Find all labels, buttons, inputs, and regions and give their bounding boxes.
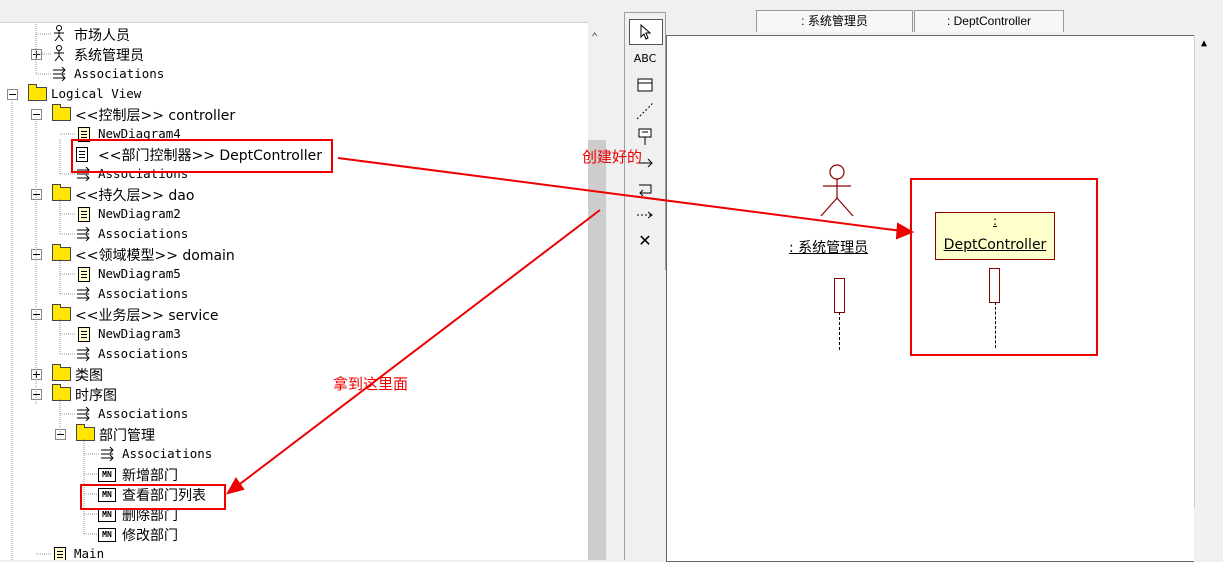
actor-activation-bar[interactable]: [834, 278, 845, 313]
tab-dept-controller[interactable]: : DeptController: [914, 10, 1064, 32]
highlight-dept-object: [910, 178, 1098, 356]
diagram-toolbox: ABC ✕: [624, 12, 666, 270]
dashed-line-icon: [636, 102, 654, 120]
note-icon: [637, 78, 653, 92]
actor-object-label: : 系统管理员: [789, 240, 869, 256]
diagram-tabbar: : 系统管理员 : DeptController: [666, 10, 1223, 32]
dashed-arrow-icon: [637, 211, 653, 219]
close-icon: ✕: [638, 231, 652, 250]
tab-sys-admin[interactable]: : 系统管理员: [756, 10, 913, 32]
diagram-scrollbar[interactable]: ▲: [1194, 35, 1217, 507]
text-tool-button[interactable]: ABC: [629, 47, 661, 71]
note-tool-button[interactable]: [629, 73, 661, 97]
destruction-tool-button[interactable]: ✕: [629, 229, 661, 253]
scroll-up-icon[interactable]: ⌃: [591, 30, 598, 44]
pointer-icon: [640, 23, 652, 40]
highlight-dept-controller: [71, 139, 333, 173]
scroll-thumb[interactable]: [588, 140, 606, 560]
object-icon: [638, 128, 652, 145]
scroll-up-icon[interactable]: ▲: [1201, 38, 1207, 49]
toolbox-area: [624, 268, 665, 560]
actor-lifeline: [839, 312, 840, 350]
browser-toolbar: [0, 0, 588, 23]
tree-scrollbar[interactable]: ⌃: [588, 22, 606, 560]
select-tool-button[interactable]: [629, 19, 663, 45]
abc-label: ABC: [633, 52, 657, 65]
self-message-icon: [639, 184, 652, 197]
browser-tree-panel: 市场人员 系统管理员 Associations Logical View <<控…: [0, 0, 588, 560]
annotation-drag-here: 拿到这里面: [333, 375, 409, 393]
tab-label: : 系统管理员: [801, 14, 868, 28]
annotation-created: 创建好的: [582, 148, 643, 166]
anchor-tool-button[interactable]: [629, 99, 661, 123]
return-message-tool-button[interactable]: [629, 177, 661, 201]
async-message-tool-button[interactable]: [629, 203, 661, 227]
tab-label: : DeptController: [946, 14, 1032, 28]
tree-connectors: [11, 24, 100, 560]
actor-figure[interactable]: [815, 160, 859, 218]
highlight-view-dept-list: [80, 484, 226, 510]
